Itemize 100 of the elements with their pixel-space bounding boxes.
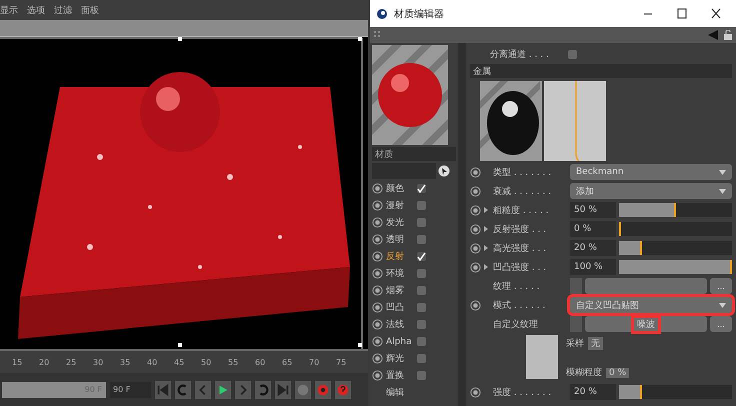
keyframe-icon[interactable]: [470, 224, 481, 234]
keyframe-icon[interactable]: [372, 285, 383, 296]
keyframe-icon[interactable]: [372, 217, 383, 228]
browse-button[interactable]: ...: [710, 316, 732, 332]
go-to-start-icon[interactable]: [156, 382, 170, 396]
slider-fill[interactable]: [619, 203, 676, 217]
channel-item[interactable]: Alpha: [386, 336, 414, 346]
texture-field[interactable]: 噪波: [585, 316, 707, 332]
checkbox[interactable]: [417, 320, 426, 329]
parameter-label: 强度 . . . . . . .: [493, 386, 552, 398]
parameter-label: 凹凸强度 . . .: [493, 262, 548, 274]
keyframe-icon[interactable]: [372, 268, 383, 279]
keyframe-icon[interactable]: [470, 242, 481, 254]
frame-number: 45: [174, 358, 186, 366]
checkbox[interactable]: [417, 371, 426, 380]
menu-item[interactable]: 显示: [0, 4, 18, 16]
channel-item[interactable]: 发光: [386, 216, 414, 229]
expand-arrow-icon[interactable]: [484, 207, 488, 213]
menu-item[interactable]: 选项: [27, 4, 45, 16]
checkbox[interactable]: [417, 354, 426, 363]
back-arrow-icon[interactable]: [708, 30, 718, 40]
channel-item[interactable]: 环境: [386, 267, 414, 280]
parameter-label: 分离通道 . . . .: [490, 48, 550, 60]
caret-icon[interactable]: [719, 170, 726, 174]
expand-arrow-icon[interactable]: [484, 264, 488, 270]
parameter-label: 模式 . . . . . .: [493, 300, 546, 312]
keyframe-icon[interactable]: [372, 353, 383, 364]
keyframe-icon[interactable]: [372, 336, 383, 347]
dropdown[interactable]: Beckmann: [570, 164, 732, 180]
checkbox[interactable]: [417, 269, 426, 278]
slider-fill[interactable]: [619, 241, 642, 255]
checkbox[interactable]: [417, 201, 426, 210]
caret-icon[interactable]: [719, 302, 726, 308]
channel-label: 编辑: [386, 386, 405, 399]
channel-item[interactable]: 反射: [386, 250, 414, 263]
caret-icon[interactable]: [719, 188, 726, 194]
record-icon[interactable]: [316, 382, 330, 396]
browse-button[interactable]: ...: [710, 278, 732, 294]
expand-arrow-icon[interactable]: [484, 226, 488, 232]
number-field[interactable]: 20 %: [570, 384, 616, 400]
texture-field[interactable]: [585, 278, 707, 294]
number-field[interactable]: 50 %: [570, 202, 616, 218]
keyframe-icon[interactable]: [372, 370, 383, 381]
pointer-icon[interactable]: [438, 165, 450, 177]
channel-item[interactable]: 漫射: [386, 199, 414, 212]
grip-icon[interactable]: [374, 31, 382, 39]
slider-fill[interactable]: [619, 260, 732, 274]
number-field[interactable]: 100 %: [570, 259, 616, 275]
checkbox[interactable]: [417, 337, 426, 346]
checkbox[interactable]: [417, 184, 426, 193]
frame-number: 40: [147, 358, 158, 366]
keyframe-icon[interactable]: [372, 183, 383, 194]
frame-field[interactable]: 90 F: [110, 382, 151, 398]
number-field[interactable]: 20 %: [570, 240, 616, 256]
channel-item[interactable]: 烟雾: [386, 284, 414, 297]
dropdown[interactable]: 添加: [570, 183, 732, 199]
channel-item[interactable]: 法线: [386, 318, 414, 331]
keyframe-icon[interactable]: [470, 262, 481, 272]
parameter-label: 衰减 . . . . . . .: [493, 186, 552, 198]
go-to-end-icon[interactable]: [276, 382, 290, 396]
parameter-label: 采样: [566, 338, 584, 350]
channel-item[interactable]: 透明: [386, 233, 414, 246]
keyframe-icon[interactable]: [470, 186, 481, 196]
timeline-ruler[interactable]: 15 20 25 30 35 40 45 50 55 60 65 70 75: [0, 349, 368, 373]
keyframe-icon[interactable]: [470, 166, 481, 178]
checkbox[interactable]: [568, 50, 577, 58]
menu-item[interactable]: 过滤: [54, 4, 72, 16]
keyframe-icon[interactable]: [372, 319, 383, 330]
frame-number: 30: [93, 358, 104, 366]
channel-item[interactable]: 凹凸: [386, 301, 414, 314]
menu-item[interactable]: 面板: [81, 4, 99, 16]
expand-arrow-icon[interactable]: [484, 245, 488, 251]
scrollbar[interactable]: [458, 43, 466, 406]
keyframe-icon[interactable]: [470, 300, 481, 310]
keyframe-icon[interactable]: [372, 251, 383, 262]
keyframe-icon[interactable]: [372, 302, 383, 313]
number-field[interactable]: 0 %: [570, 221, 616, 237]
blur-field[interactable]: 0 %: [606, 368, 630, 378]
checkbox[interactable]: [417, 286, 426, 295]
frame-number: 20: [39, 358, 50, 366]
keyframe-icon[interactable]: [470, 204, 481, 216]
keyframe-icon[interactable]: [372, 200, 383, 211]
checkbox[interactable]: [417, 218, 426, 227]
keyframe-icon[interactable]: [470, 386, 481, 398]
channel-item[interactable]: 置换: [386, 369, 414, 382]
material-name-field[interactable]: 材质: [372, 147, 456, 161]
frame-number: 60: [255, 358, 266, 366]
checkbox[interactable]: [417, 303, 426, 312]
close-icon[interactable]: [710, 8, 722, 20]
dropdown[interactable]: 自定义凹凸贴图: [570, 297, 732, 313]
lock-icon[interactable]: [724, 30, 732, 40]
channel-item[interactable]: 颜色: [386, 182, 414, 195]
channel-item[interactable]: 辉光: [386, 352, 414, 365]
help-icon[interactable]: [336, 382, 350, 396]
maximize-icon[interactable]: [676, 8, 688, 20]
keyframe-icon[interactable]: [372, 234, 383, 245]
slider-fill[interactable]: [619, 385, 642, 399]
checkbox[interactable]: [417, 235, 426, 244]
sampling-field[interactable]: 无: [588, 337, 603, 350]
checkbox[interactable]: [417, 252, 426, 261]
